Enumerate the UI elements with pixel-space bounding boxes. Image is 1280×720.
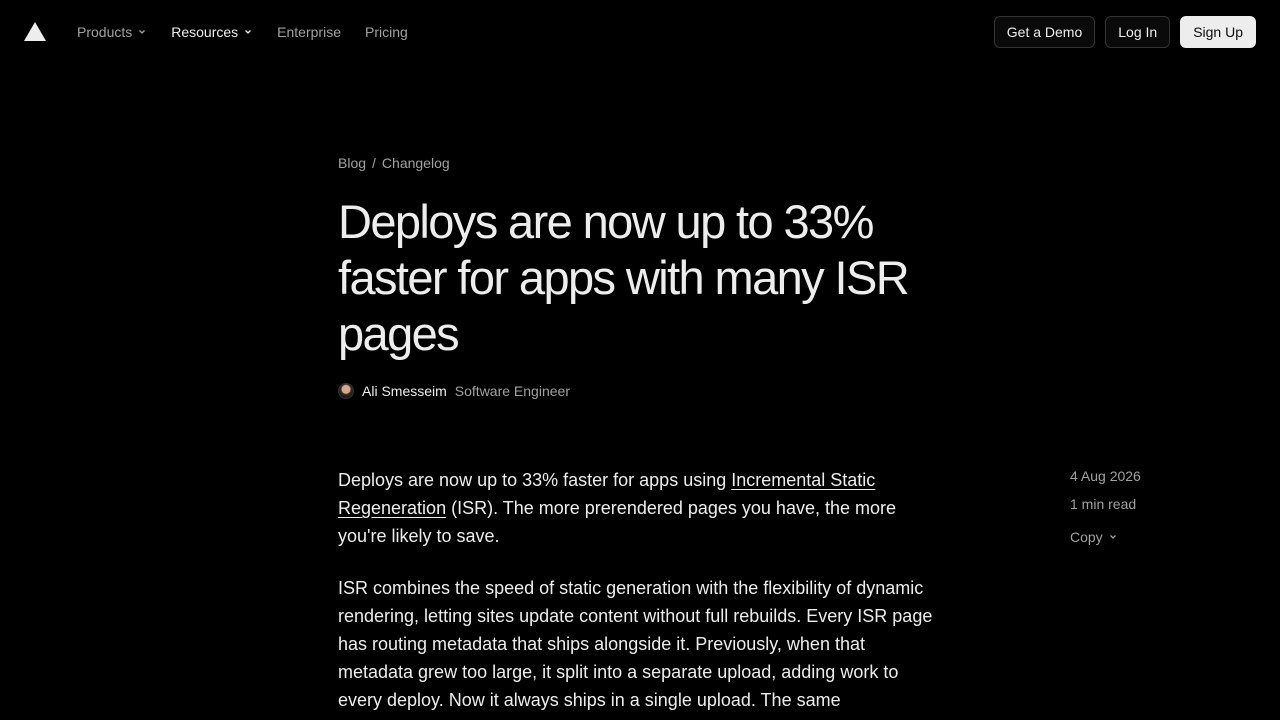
get-demo-button[interactable]: Get a Demo xyxy=(993,16,1096,48)
nav-link-label: Resources xyxy=(171,24,239,40)
chevron-down-icon xyxy=(1109,535,1116,539)
author-role: Software Engineer xyxy=(454,383,570,399)
breadcrumb-separator: / xyxy=(372,155,376,171)
nav-link-pricing[interactable]: Pricing xyxy=(365,24,408,40)
nav-link-enterprise[interactable]: Enterprise xyxy=(277,24,341,40)
breadcrumb-changelog[interactable]: Changelog xyxy=(382,155,450,171)
breadcrumb-blog[interactable]: Blog xyxy=(338,155,366,171)
article-meta: 4 Aug 2026 1 min read Copy xyxy=(1070,467,1141,551)
log-in-button[interactable]: Log In xyxy=(1105,16,1171,48)
paragraph-2: ISR combines the speed of static generat… xyxy=(338,578,933,710)
article-body: Deploys are now up to 33% faster for app… xyxy=(338,466,940,720)
author-byline: Ali Smesseim Software Engineer xyxy=(338,383,570,399)
nav-actions: Get a Demo Log In Sign Up xyxy=(993,16,1256,48)
paragraph-1: Deploys are now up to 33% faster for app… xyxy=(338,466,940,550)
chevron-down-icon xyxy=(245,30,252,34)
copy-label: Copy xyxy=(1070,529,1103,545)
top-navigation: Products Resources Enterprise Pricing Ge… xyxy=(0,0,1280,64)
nav-link-label: Enterprise xyxy=(277,24,341,40)
author-name[interactable]: Ali Smesseim xyxy=(362,383,447,399)
chevron-down-icon xyxy=(139,30,146,34)
nav-link-label: Products xyxy=(77,24,133,40)
nav-link-label: Pricing xyxy=(364,24,408,40)
nav-link-resources[interactable]: Resources xyxy=(171,24,253,40)
avatar[interactable] xyxy=(338,383,354,399)
nav-link-products[interactable]: Products xyxy=(77,24,147,40)
sign-up-button[interactable]: Sign Up xyxy=(1180,16,1256,48)
breadcrumb: Blog / Changelog xyxy=(338,155,450,171)
publish-date: 4 Aug 2026 xyxy=(1070,468,1141,484)
triangle-logo-icon[interactable] xyxy=(24,22,46,41)
copy-dropdown[interactable]: Copy xyxy=(1070,523,1141,551)
page-title: Deploys are now up to 33% faster for app… xyxy=(338,195,910,360)
read-time: 1 min read xyxy=(1070,496,1137,512)
paragraph-text: Deploys are now up to 33% faster for app… xyxy=(338,470,732,490)
nav-links: Products Resources Enterprise Pricing xyxy=(77,0,432,64)
page: Products Resources Enterprise Pricing Ge… xyxy=(0,0,1280,720)
